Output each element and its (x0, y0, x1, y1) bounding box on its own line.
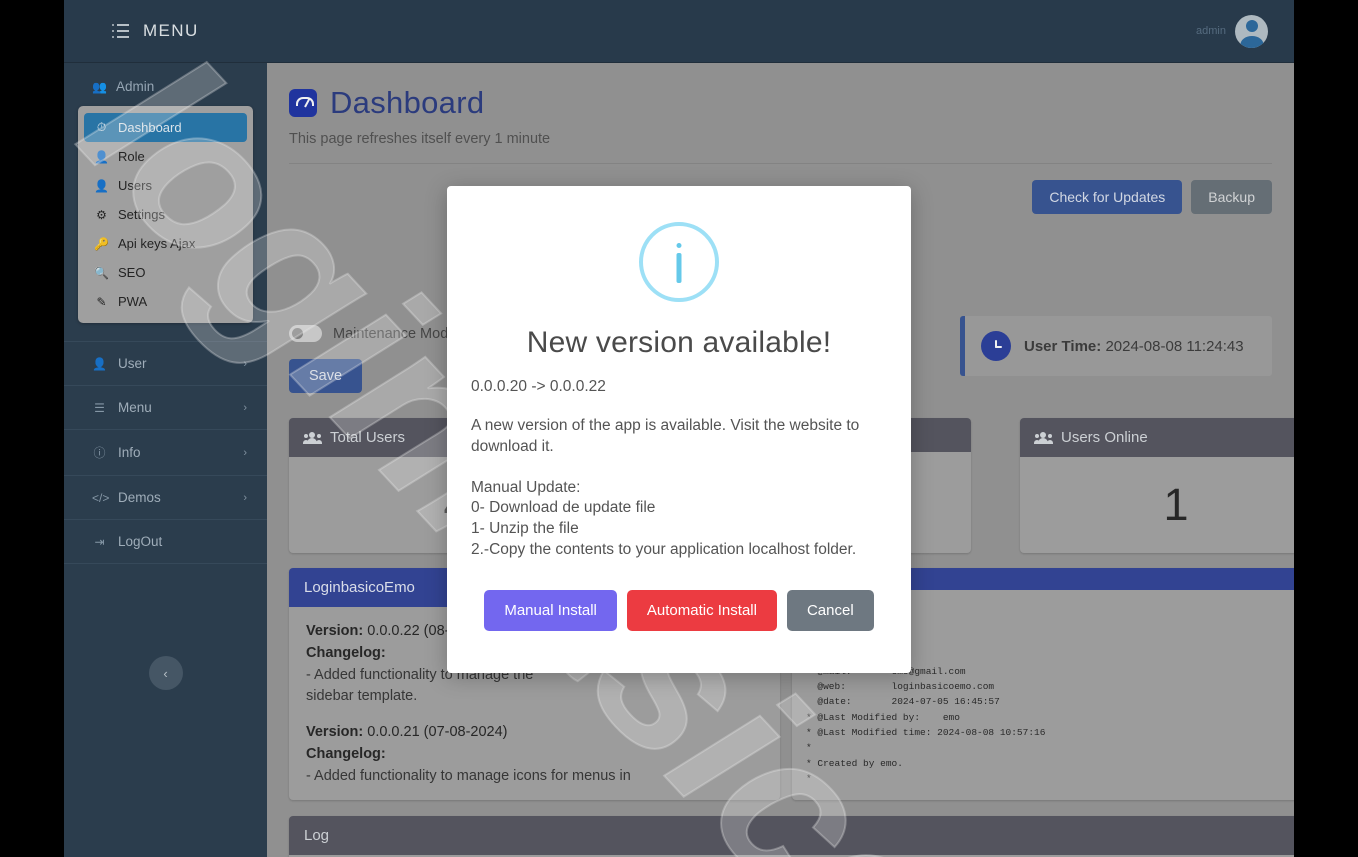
modal-actions: Manual Install Automatic Install Cancel (484, 590, 874, 632)
info-icon (639, 222, 719, 302)
modal-version-range: 0.0.0.20 -> 0.0.0.22 (471, 378, 606, 395)
modal-body-text: A new version of the app is available. V… (471, 417, 860, 558)
app-viewport: MENU admin 👥 Admin ⏱ Dashboard 👤 Role 👤 (64, 0, 1294, 857)
automatic-install-button[interactable]: Automatic Install (626, 590, 777, 632)
modal-title: New version available! (526, 326, 832, 359)
manual-install-button[interactable]: Manual Install (484, 590, 617, 632)
new-version-modal: New version available! 0.0.0.20 -> 0.0.0… (447, 186, 911, 673)
cancel-button[interactable]: Cancel (786, 590, 874, 632)
